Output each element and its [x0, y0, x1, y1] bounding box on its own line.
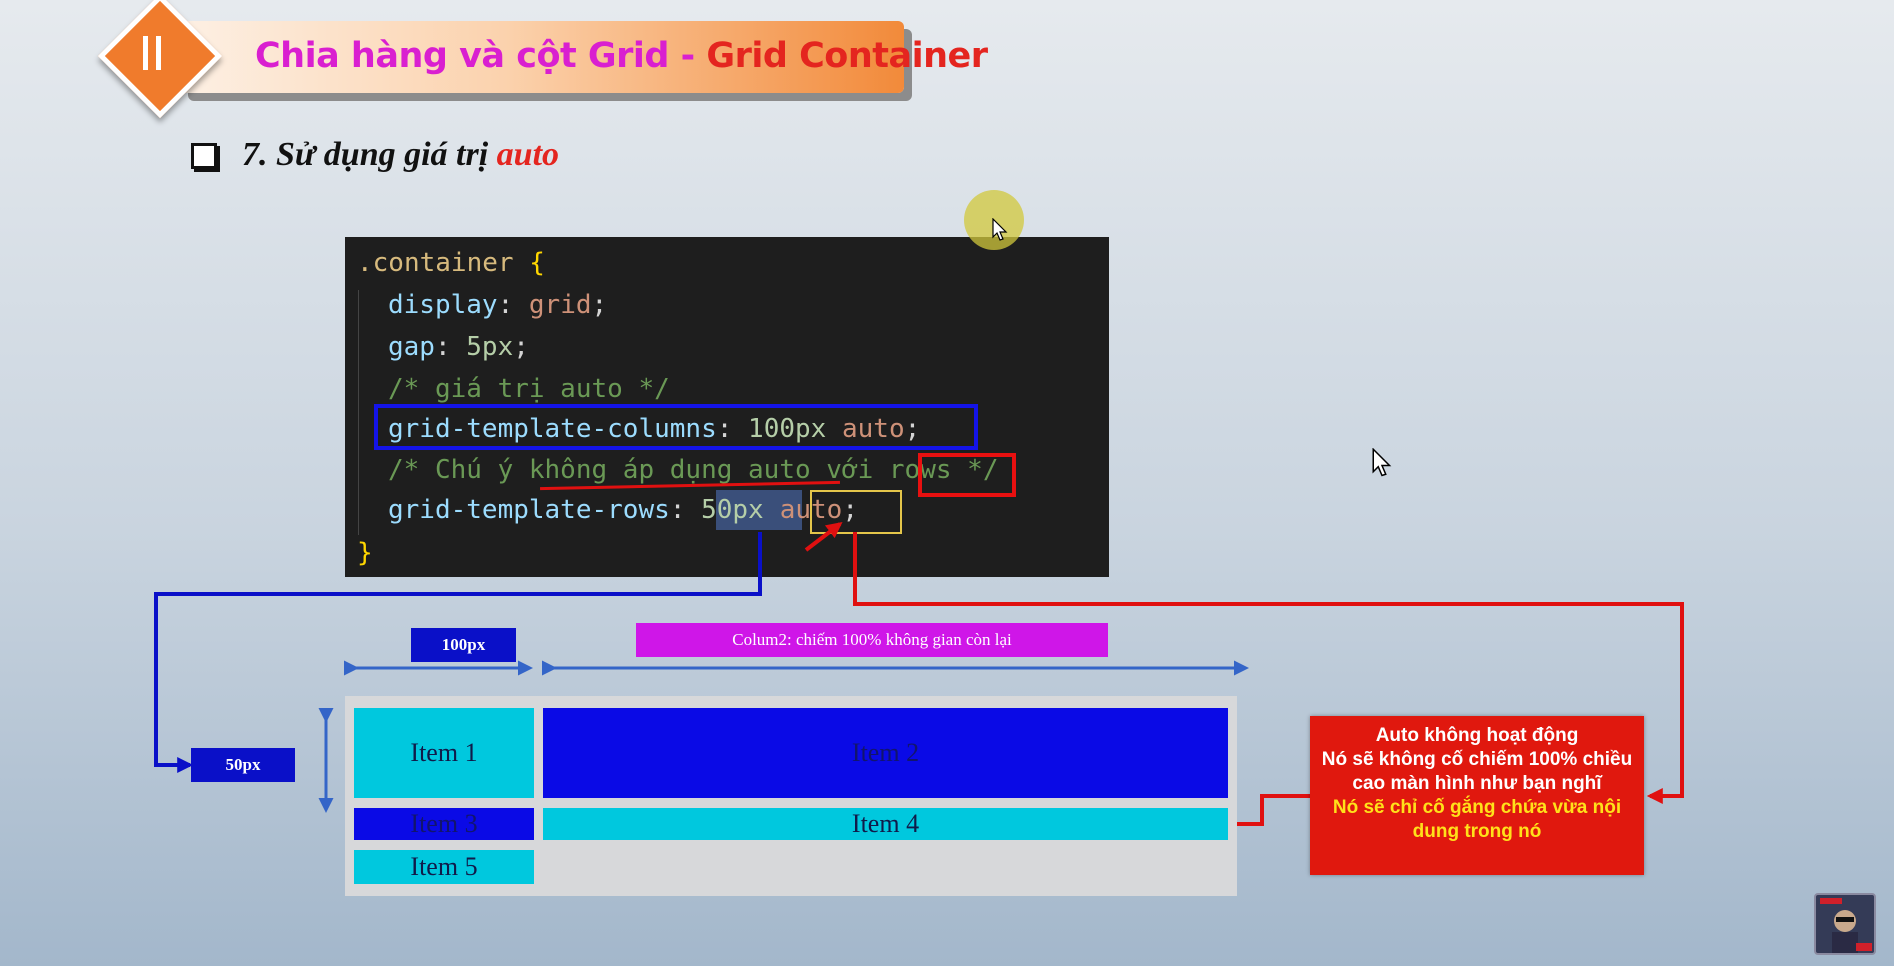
grid-item-3: Item 3 — [354, 808, 534, 840]
note-line-3: Nó sẽ chỉ cố gắng chứa vừa nội dung tron… — [1332, 797, 1622, 842]
grid-item-1: Item 1 — [354, 708, 534, 798]
badge-column2: Colum2: chiếm 100% không gian còn lại — [636, 623, 1108, 657]
avatar-icon — [1820, 898, 1872, 953]
grid-item-2: Item 2 — [543, 708, 1228, 798]
note-line-2: Nó sẽ không cố chiếm 100% chiều cao màn … — [1321, 749, 1633, 794]
grid-item-5: Item 5 — [354, 850, 534, 884]
badge-50px: 50px — [191, 748, 295, 782]
channel-avatar[interactable] — [1814, 893, 1876, 955]
grid-item-4: Item 4 — [543, 808, 1228, 840]
note-box: Auto không hoạt động Nó sẽ không cố chiế… — [1310, 716, 1644, 875]
note-line-1: Auto không hoạt động — [1375, 725, 1579, 746]
mouse-cursor-icon — [992, 218, 1008, 241]
mouse-cursor-icon — [1372, 448, 1392, 477]
badge-100px: 100px — [411, 628, 516, 662]
auto-pointer-arrow — [804, 522, 843, 552]
